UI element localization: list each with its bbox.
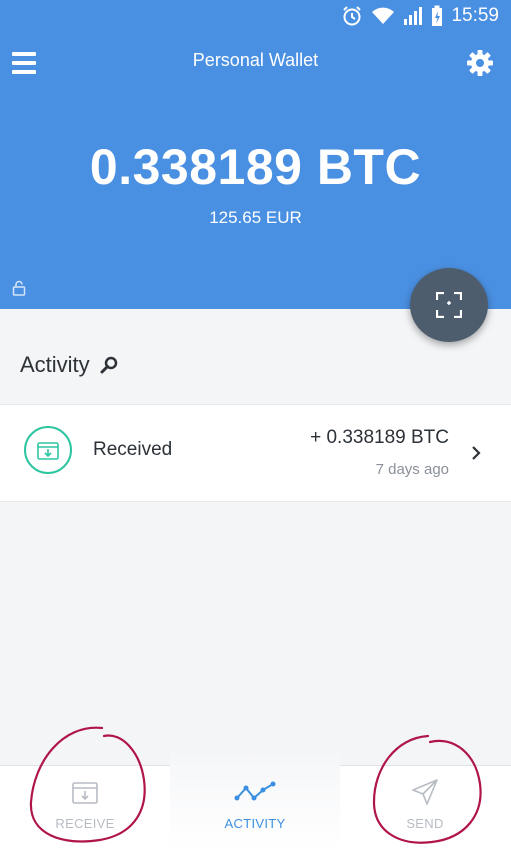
activity-graph-icon	[234, 781, 276, 801]
transaction-amount: + 0.338189 BTC	[310, 427, 449, 448]
activity-heading-label: Activity	[20, 352, 90, 377]
lock-icon[interactable]	[12, 280, 26, 296]
activity-heading: Activity	[20, 352, 118, 378]
nav-activity[interactable]: ACTIVITY	[170, 750, 340, 850]
scan-icon	[436, 292, 462, 318]
search-icon[interactable]	[100, 356, 118, 374]
nav-receive[interactable]: RECEIVE	[0, 766, 170, 850]
nav-activity-label: ACTIVITY	[224, 816, 286, 831]
receive-box-icon	[72, 782, 98, 804]
status-time: 15:59	[451, 5, 499, 26]
transaction-time: 7 days ago	[375, 461, 449, 478]
nav-send-label: SEND	[406, 816, 444, 831]
transaction-row[interactable]: Received + 0.338189 BTC 7 days ago	[0, 404, 511, 502]
transaction-type: Received	[93, 439, 173, 460]
bottom-nav: RECEIVE ACTIVITY SEND	[0, 750, 511, 850]
btc-balance[interactable]: 0.338189 BTC	[0, 138, 511, 196]
gear-icon[interactable]	[465, 48, 495, 78]
alarm-icon	[343, 6, 362, 26]
status-bar: 15:59	[0, 0, 511, 32]
wallet-header: 15:59 Personal Wallet 0.338189 BTC 125.6…	[0, 0, 511, 309]
nav-receive-label: RECEIVE	[55, 816, 115, 831]
send-plane-icon	[412, 779, 438, 805]
nav-send[interactable]: SEND	[340, 766, 510, 850]
signal-icon	[404, 7, 423, 25]
wallet-title: Personal Wallet	[192, 50, 319, 70]
battery-icon	[432, 5, 443, 26]
receive-box-icon	[24, 426, 72, 474]
fiat-balance[interactable]: 125.65 EUR	[0, 208, 511, 228]
chevron-right-icon	[472, 446, 481, 460]
scan-button[interactable]	[410, 268, 488, 342]
wifi-icon	[372, 7, 395, 24]
